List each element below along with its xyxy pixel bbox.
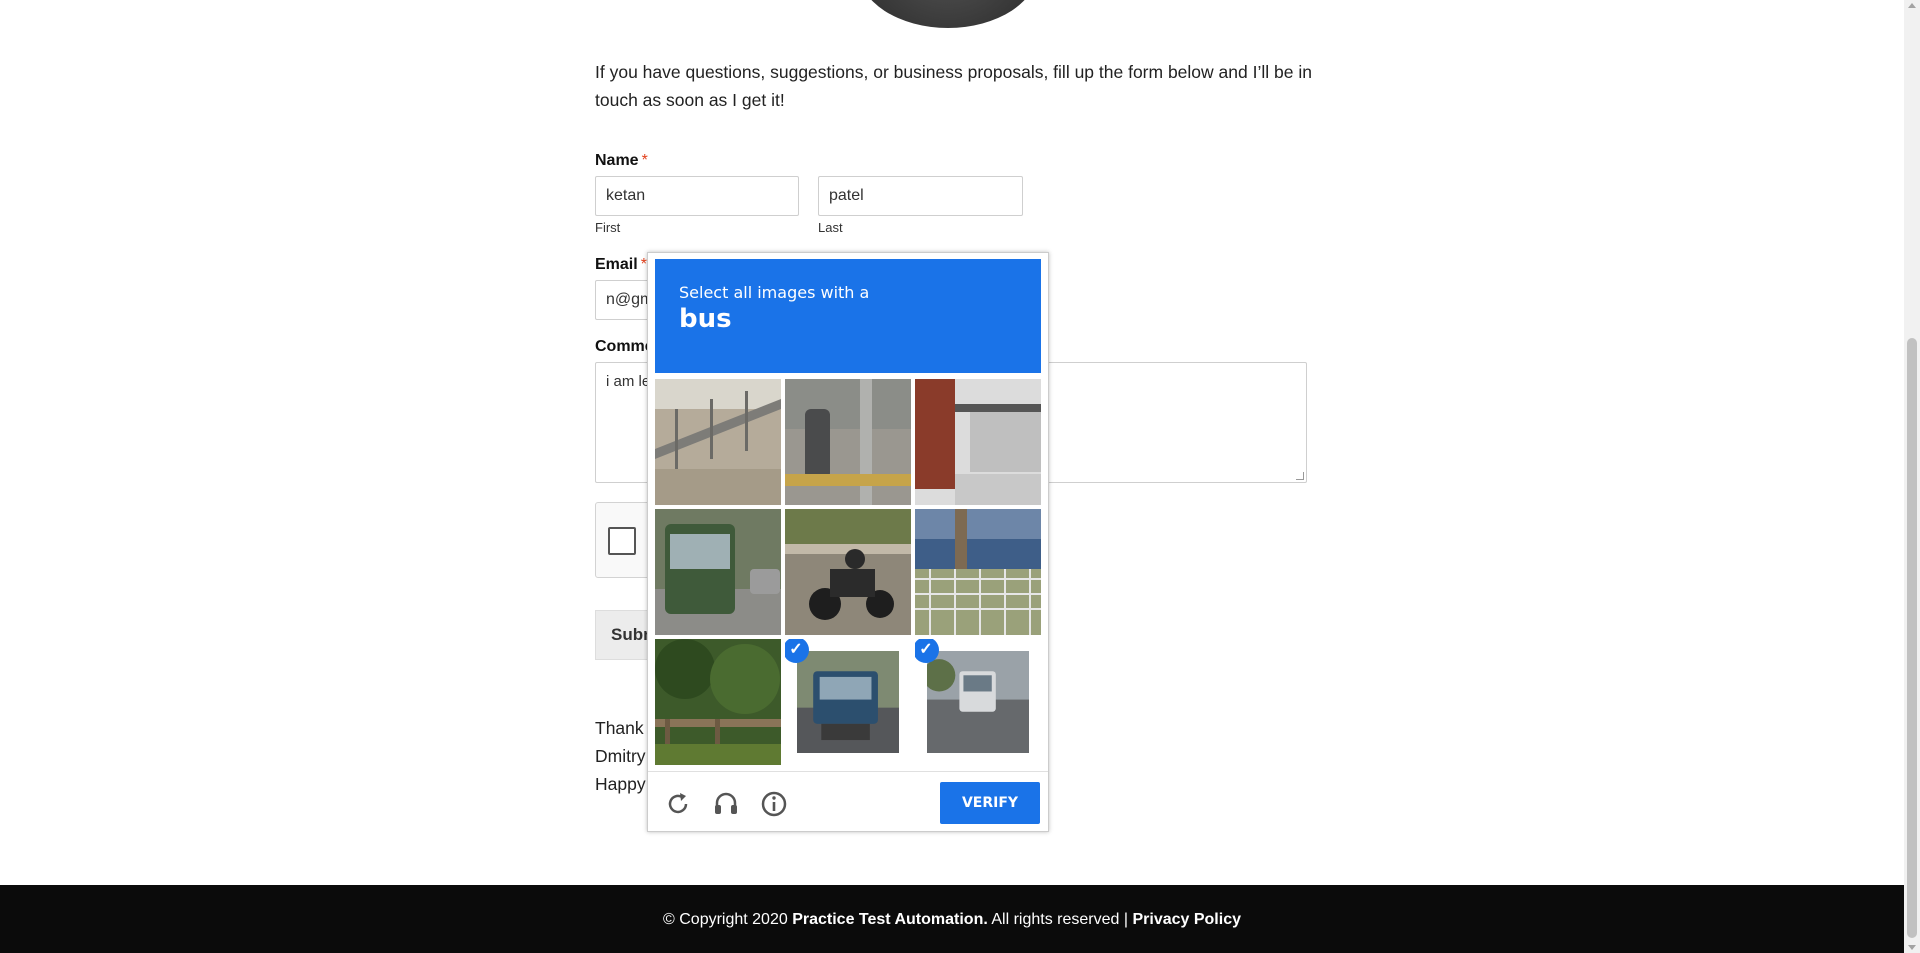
captcha-footer: VERIFY [648, 771, 1048, 831]
author-avatar [858, 0, 1038, 28]
tile-image-green-bus [655, 509, 781, 635]
recaptcha-checkbox[interactable] [608, 527, 636, 555]
captcha-challenge: Select all images with a bus ✓ ✓ VERIFY [647, 252, 1049, 832]
tile-image-fence-tree [915, 509, 1041, 635]
tile-image-brick-shelter [915, 379, 1041, 505]
email-label: Email * [595, 256, 647, 274]
thanks-line-3: Happy [595, 774, 646, 794]
required-mark: * [640, 256, 647, 273]
reload-icon[interactable] [664, 790, 692, 818]
captcha-instruction: Select all images with a [679, 283, 870, 302]
scroll-down-arrow[interactable] [1908, 945, 1916, 950]
scroll-up-arrow[interactable] [1908, 3, 1916, 8]
captcha-tile-selected[interactable]: ✓ [915, 639, 1041, 765]
tile-image-motorcycle [785, 509, 911, 635]
captcha-tile[interactable] [655, 639, 781, 765]
verify-button[interactable]: VERIFY [940, 782, 1040, 824]
thanks-block: Thank Dmitry Happy [595, 714, 646, 798]
captcha-tile[interactable] [655, 509, 781, 635]
comment-label: Comme [595, 338, 654, 355]
thanks-line-1: Thank [595, 718, 644, 738]
name-label-text: Name [595, 152, 639, 169]
last-name-input[interactable]: patel [818, 176, 1023, 216]
tile-image-railing [655, 379, 781, 505]
captcha-tile[interactable] [915, 379, 1041, 505]
intro-text: If you have questions, suggestions, or b… [595, 62, 1312, 110]
captcha-tile[interactable] [785, 509, 911, 635]
email-input[interactable]: n@gm [595, 280, 655, 320]
first-sublabel: First [595, 220, 621, 235]
tile-image-bus-traffic [797, 651, 899, 753]
captcha-tile[interactable] [655, 379, 781, 505]
scroll-thumb[interactable] [1907, 338, 1917, 938]
info-icon[interactable] [760, 790, 788, 818]
email-label-text: Email [595, 256, 638, 273]
footer: © Copyright 2020 Practice Test Automatio… [0, 885, 1904, 953]
footer-copyright: © Copyright 2020 [663, 911, 788, 928]
tile-image-bridge-forest [655, 639, 781, 765]
captcha-grid: ✓ ✓ [655, 379, 1041, 765]
audio-challenge-icon[interactable] [712, 790, 740, 818]
first-name-input[interactable]: ketan [595, 176, 799, 216]
captcha-tile-selected[interactable]: ✓ [785, 639, 911, 765]
vertical-scrollbar[interactable] [1904, 0, 1920, 953]
captcha-tile[interactable] [785, 379, 911, 505]
tile-image-bus-road [927, 651, 1029, 753]
footer-brand-link[interactable]: Practice Test Automation. [792, 911, 988, 928]
captcha-tile[interactable] [915, 509, 1041, 635]
name-label: Name * [595, 152, 648, 170]
comment-text: i am le [606, 373, 651, 390]
required-mark: * [641, 152, 648, 169]
captcha-object: bus [679, 304, 732, 334]
resize-handle[interactable] [1296, 472, 1304, 480]
privacy-policy-link[interactable]: Privacy Policy [1132, 911, 1241, 928]
captcha-header: Select all images with a bus [655, 259, 1041, 373]
tile-image-bus-stop [785, 379, 911, 505]
thanks-line-2: Dmitry [595, 746, 646, 766]
footer-rights: All rights reserved | [991, 911, 1129, 928]
last-sublabel: Last [818, 220, 843, 235]
